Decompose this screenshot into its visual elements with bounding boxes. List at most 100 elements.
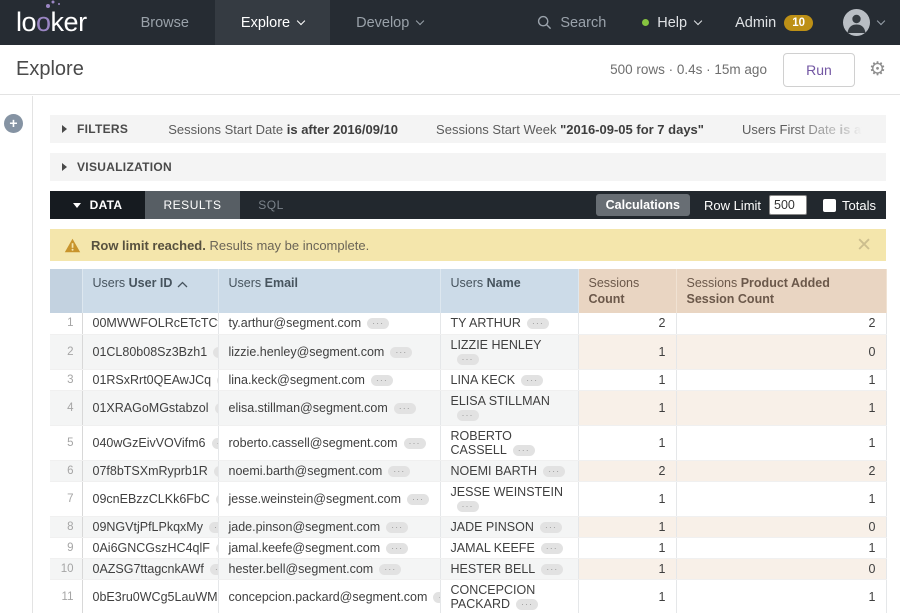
run-button[interactable]: Run (783, 53, 855, 87)
cell-sessions-count[interactable]: 1 (578, 334, 676, 369)
cell-email[interactable]: concepcion.packard@segment.com··· (218, 579, 440, 613)
cell-menu-icon[interactable]: ··· (210, 564, 218, 575)
cell-menu-icon[interactable]: ··· (513, 445, 535, 456)
cell-email[interactable]: jade.pinson@segment.com··· (218, 516, 440, 537)
cell-user-id[interactable]: 00MWWFOLRcETcTCf··· (82, 313, 218, 334)
cell-menu-icon[interactable]: ··· (390, 347, 412, 358)
cell-product-added-session-count[interactable]: 2 (676, 460, 886, 481)
tab-data[interactable]: DATA (50, 191, 145, 219)
cell-email[interactable]: ty.arthur@segment.com··· (218, 313, 440, 334)
cell-email[interactable]: hester.bell@segment.com··· (218, 558, 440, 579)
cell-menu-icon[interactable]: ··· (521, 375, 543, 386)
cell-name[interactable]: JESSE WEINSTEIN··· (440, 481, 578, 516)
tab-sql[interactable]: SQL (240, 191, 302, 219)
cell-sessions-count[interactable]: 1 (578, 537, 676, 558)
cell-email[interactable]: lina.keck@segment.com··· (218, 369, 440, 390)
cell-product-added-session-count[interactable]: 1 (676, 481, 886, 516)
cell-menu-icon[interactable]: ··· (541, 564, 563, 575)
cell-menu-icon[interactable]: ··· (213, 347, 218, 358)
cell-menu-icon[interactable]: ··· (433, 592, 440, 603)
cell-user-id[interactable]: 01CL80b08Sz3Bzh1··· (82, 334, 218, 369)
cell-user-id[interactable]: 0bE3ru0WCg5LauWM··· (82, 579, 218, 613)
cell-menu-icon[interactable]: ··· (388, 466, 410, 477)
cell-email[interactable]: elisa.stillman@segment.com··· (218, 390, 440, 425)
add-field-button[interactable]: + (4, 114, 23, 133)
nav-item-develop[interactable]: Develop (330, 0, 449, 45)
cell-menu-icon[interactable]: ··· (212, 438, 218, 449)
cell-menu-icon[interactable]: ··· (527, 318, 549, 329)
admin-menu[interactable]: Admin 10 (719, 15, 829, 31)
cell-product-added-session-count[interactable]: 0 (676, 558, 886, 579)
cell-product-added-session-count[interactable]: 1 (676, 579, 886, 613)
cell-menu-icon[interactable]: ··· (404, 438, 426, 449)
visualization-bar[interactable]: VISUALIZATION (50, 153, 886, 181)
cell-menu-icon[interactable]: ··· (457, 501, 479, 512)
cell-product-added-session-count[interactable]: 2 (676, 313, 886, 334)
cell-user-id[interactable]: 01RSxRrt0QEAwJCq··· (82, 369, 218, 390)
cell-email[interactable]: roberto.cassell@segment.com··· (218, 425, 440, 460)
cell-name[interactable]: LIZZIE HENLEY··· (440, 334, 578, 369)
cell-name[interactable]: JADE PINSON··· (440, 516, 578, 537)
search-button[interactable]: Search (519, 15, 624, 31)
cell-name[interactable]: JAMAL KEEFE··· (440, 537, 578, 558)
cell-product-added-session-count[interactable]: 0 (676, 334, 886, 369)
cell-name[interactable]: CONCEPCION PACKARD··· (440, 579, 578, 613)
nav-item-explore[interactable]: Explore (215, 0, 330, 45)
column-header-product-added-session-count[interactable]: Sessions Product Added Session Count (676, 269, 886, 313)
cell-product-added-session-count[interactable]: 0 (676, 516, 886, 537)
close-icon[interactable]: ✕ (856, 236, 872, 255)
cell-user-id[interactable]: 09cnEBzzCLKk6FbC··· (82, 481, 218, 516)
cell-sessions-count[interactable]: 1 (578, 390, 676, 425)
cell-menu-icon[interactable]: ··· (209, 522, 218, 533)
cell-name[interactable]: NOEMI BARTH··· (440, 460, 578, 481)
cell-menu-icon[interactable]: ··· (386, 543, 408, 554)
cell-user-id[interactable]: 01XRAGoMGstabzol··· (82, 390, 218, 425)
cell-email[interactable]: noemi.barth@segment.com··· (218, 460, 440, 481)
cell-menu-icon[interactable]: ··· (516, 599, 538, 610)
cell-sessions-count[interactable]: 1 (578, 481, 676, 516)
cell-user-id[interactable]: 0Ai6GNCGszHC4qlF··· (82, 537, 218, 558)
cell-menu-icon[interactable]: ··· (394, 403, 416, 414)
looker-logo[interactable]: looker (0, 0, 115, 45)
cell-menu-icon[interactable]: ··· (371, 375, 393, 386)
cell-email[interactable]: jamal.keefe@segment.com··· (218, 537, 440, 558)
cell-menu-icon[interactable]: ··· (214, 466, 218, 477)
column-header-name[interactable]: Users Name (440, 269, 578, 313)
cell-sessions-count[interactable]: 2 (578, 313, 676, 334)
totals-checkbox[interactable] (823, 199, 836, 212)
cell-name[interactable]: ELISA STILLMAN··· (440, 390, 578, 425)
cell-product-added-session-count[interactable]: 1 (676, 369, 886, 390)
cell-menu-icon[interactable]: ··· (540, 522, 562, 533)
cell-email[interactable]: lizzie.henley@segment.com··· (218, 334, 440, 369)
cell-name[interactable]: LINA KECK··· (440, 369, 578, 390)
cell-sessions-count[interactable]: 1 (578, 369, 676, 390)
cell-product-added-session-count[interactable]: 1 (676, 425, 886, 460)
help-menu[interactable]: Help (624, 15, 719, 31)
gear-icon[interactable]: ⚙ (869, 58, 886, 81)
cell-sessions-count[interactable]: 1 (578, 558, 676, 579)
cell-menu-icon[interactable]: ··· (543, 466, 565, 477)
column-header-count[interactable]: Sessions Count (578, 269, 676, 313)
cell-user-id[interactable]: 07f8bTSXmRyprb1R··· (82, 460, 218, 481)
nav-item-browse[interactable]: Browse (115, 0, 215, 45)
cell-sessions-count[interactable]: 2 (578, 460, 676, 481)
user-menu[interactable] (829, 9, 884, 36)
cell-name[interactable]: ROBERTO CASSELL··· (440, 425, 578, 460)
filters-bar[interactable]: FILTERS Sessions Start Date is after 201… (50, 115, 886, 143)
cell-user-id[interactable]: 09NGVtjPfLPkqxMy··· (82, 516, 218, 537)
cell-email[interactable]: jesse.weinstein@segment.com··· (218, 481, 440, 516)
cell-sessions-count[interactable]: 1 (578, 516, 676, 537)
cell-menu-icon[interactable]: ··· (457, 410, 479, 421)
cell-user-id[interactable]: 040wGzEivVOVifm6··· (82, 425, 218, 460)
tab-results[interactable]: RESULTS (145, 191, 240, 219)
calculations-button[interactable]: Calculations (596, 194, 690, 216)
cell-sessions-count[interactable]: 1 (578, 579, 676, 613)
cell-menu-icon[interactable]: ··· (386, 522, 408, 533)
cell-menu-icon[interactable]: ··· (379, 564, 401, 575)
cell-menu-icon[interactable]: ··· (367, 318, 389, 329)
cell-menu-icon[interactable]: ··· (457, 354, 479, 365)
cell-menu-icon[interactable]: ··· (407, 494, 429, 505)
cell-user-id[interactable]: 0AZSG7ttagcnkAWf··· (82, 558, 218, 579)
row-limit-input[interactable] (769, 195, 807, 215)
cell-name[interactable]: TY ARTHUR··· (440, 313, 578, 334)
